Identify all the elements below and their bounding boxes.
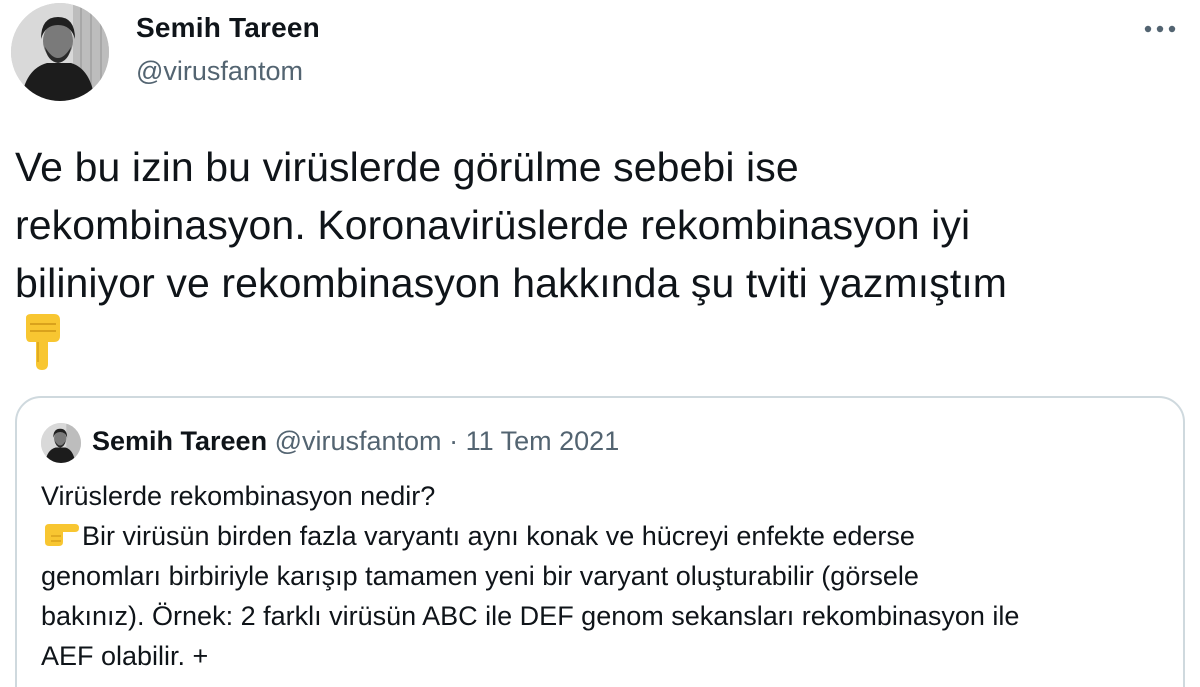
tweet-text-line: rekombinasyon. Koronavirüslerde rekombin… bbox=[15, 202, 971, 248]
quoted-text-line: AEF olabilir. + bbox=[41, 641, 209, 671]
quoted-text-line: Bir virüsün birden fazla varyantı aynı k… bbox=[41, 516, 1171, 556]
quoted-text-line-content: Bir virüsün birden fazla varyantı aynı k… bbox=[82, 521, 915, 551]
quoted-author-handle: @virusfantom bbox=[274, 426, 442, 456]
more-options-button[interactable] bbox=[1140, 14, 1180, 44]
tweet-text-line: Ve bu izin bu virüslerde görülme sebebi … bbox=[15, 144, 799, 190]
quoted-tweet-card[interactable]: Semih Tareen @virusfantom · 11 Tem 2021 … bbox=[15, 396, 1185, 687]
quoted-text-line: bakınız). Örnek: 2 farklı virüsün ABC il… bbox=[41, 601, 1020, 631]
quoted-tweet-header: Semih Tareen @virusfantom · 11 Tem 2021 bbox=[92, 426, 619, 457]
pointing-right-icon bbox=[45, 524, 79, 546]
quoted-tweet-text: Virüslerde rekombinasyon nedir? Bir virü… bbox=[41, 476, 1171, 676]
tweet: Semih Tareen @virusfantom Ve bu izin bu … bbox=[0, 0, 1200, 687]
quoted-date: 11 Tem 2021 bbox=[465, 426, 620, 456]
tweet-text-line: biliniyor ve rekombinasyon hakkında şu t… bbox=[15, 260, 1008, 306]
quoted-text-line: genomları birbiriyle karışıp tamamen yen… bbox=[41, 561, 919, 591]
more-dots-icon bbox=[1144, 25, 1176, 33]
author-handle[interactable]: @virusfantom bbox=[136, 56, 303, 87]
quoted-separator: · bbox=[449, 426, 459, 456]
quoted-author-name: Semih Tareen bbox=[92, 426, 268, 456]
tweet-text: Ve bu izin bu virüslerde görülme sebebi … bbox=[15, 138, 1185, 312]
author-name[interactable]: Semih Tareen bbox=[136, 12, 320, 44]
quoted-text-line: Virüslerde rekombinasyon nedir? bbox=[41, 481, 436, 511]
pointing-down-icon bbox=[20, 314, 66, 370]
author-avatar[interactable] bbox=[11, 3, 109, 101]
quoted-author-avatar bbox=[41, 423, 81, 463]
